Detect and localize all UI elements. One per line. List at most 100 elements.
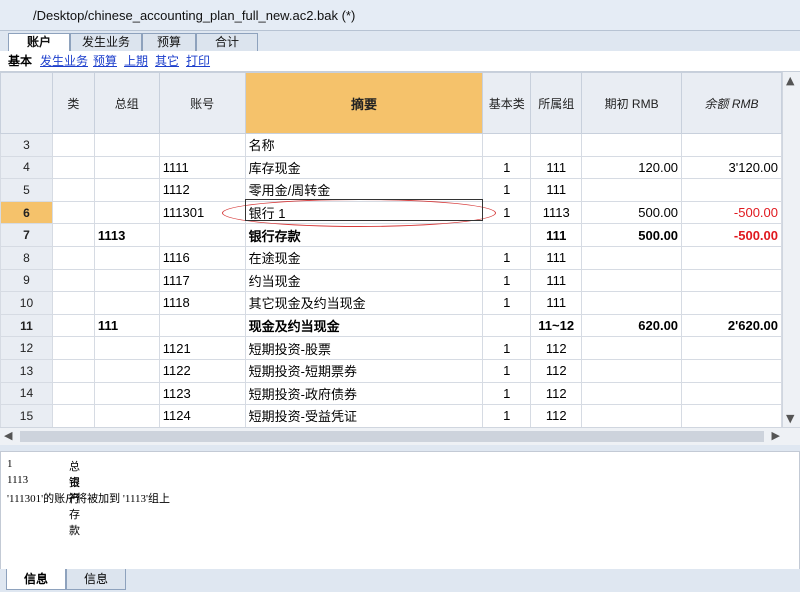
cell-opening[interactable]	[581, 358, 683, 383]
cell-description[interactable]: 银行 1	[244, 200, 484, 225]
row-number[interactable]: 7	[0, 223, 53, 247]
scroll-right-arrow-icon[interactable]: ▶	[772, 429, 780, 442]
cell-account[interactable]: 111301	[158, 200, 246, 225]
cell-belongs-to[interactable]: 111	[530, 291, 583, 315]
row-number[interactable]: 15	[0, 404, 53, 427]
cell-account[interactable]: 1122	[158, 358, 246, 383]
horizontal-scrollbar[interactable]: ◀ ▶	[0, 427, 800, 445]
cell-balance[interactable]: 2'620.00	[681, 313, 782, 338]
cell-group[interactable]	[93, 358, 160, 383]
cell-account[interactable]: 1123	[158, 381, 246, 406]
cell-class[interactable]	[51, 155, 95, 180]
cell-account[interactable]: 1121	[158, 336, 246, 360]
cell-belongs-to[interactable]: 112	[530, 358, 583, 383]
cell-account[interactable]: 1111	[158, 155, 246, 180]
cell-balance[interactable]	[681, 133, 782, 157]
cell-group[interactable]	[93, 200, 160, 225]
view-print-link[interactable]: 打印	[186, 51, 210, 71]
row-number[interactable]: 9	[0, 268, 53, 293]
cell-belongs-to[interactable]	[530, 133, 583, 157]
view-basic[interactable]: 基本	[8, 51, 32, 71]
tab-totals[interactable]: 合计	[196, 33, 258, 51]
tab-info-active[interactable]: 信息	[6, 569, 66, 590]
cell-base-class[interactable]: 1	[482, 358, 532, 383]
cell-balance[interactable]: 3'120.00	[681, 155, 782, 180]
cell-class[interactable]	[51, 223, 95, 247]
header-group[interactable]: 总组	[93, 72, 160, 134]
header-opening-rmb[interactable]: 期初 RMB	[581, 72, 683, 134]
cell-group[interactable]: 111	[93, 313, 160, 338]
cell-belongs-to[interactable]: 1113	[530, 200, 583, 225]
cell-class[interactable]	[51, 358, 95, 383]
cell-class[interactable]	[51, 313, 95, 338]
scroll-up-arrow-icon[interactable]: ▲	[786, 74, 794, 87]
row-number[interactable]: 13	[0, 358, 53, 383]
header-description[interactable]: 摘要	[244, 72, 484, 134]
cell-balance[interactable]	[681, 381, 782, 406]
tab-budget[interactable]: 预算	[142, 33, 196, 51]
cell-belongs-to[interactable]: 112	[530, 381, 583, 406]
vertical-scrollbar[interactable]: ▲ ▼	[782, 72, 800, 427]
table-row[interactable]: 11 111 现金及约当现金 11~12 620.00 2'620.00	[0, 313, 782, 338]
cell-opening[interactable]	[581, 291, 683, 315]
cell-base-class[interactable]	[482, 313, 532, 338]
table-row[interactable]: 5 1112 零用金/周转金 1 111	[0, 178, 782, 202]
cell-balance[interactable]	[681, 358, 782, 383]
view-other-link[interactable]: 其它	[155, 51, 179, 71]
table-row[interactable]: 3 名称	[0, 133, 782, 157]
cell-opening[interactable]	[581, 381, 683, 406]
cell-account[interactable]: 1112	[158, 178, 246, 202]
row-number[interactable]: 6	[0, 200, 53, 225]
cell-opening[interactable]	[581, 404, 683, 427]
header-balance-rmb[interactable]: 余额 RMB	[681, 72, 782, 134]
row-number[interactable]: 11	[0, 313, 53, 338]
cell-base-class[interactable]: 1	[482, 268, 532, 293]
cell-class[interactable]	[51, 200, 95, 225]
cell-description[interactable]: 短期投资-受益凭证	[244, 404, 484, 427]
cell-description[interactable]: 银行存款	[244, 223, 484, 247]
tab-accounts[interactable]: 账户	[8, 33, 70, 52]
cell-account[interactable]: 1118	[158, 291, 246, 315]
cell-account[interactable]: 1116	[158, 245, 246, 270]
cell-balance[interactable]: -500.00	[681, 223, 782, 247]
cell-opening[interactable]	[581, 133, 683, 157]
table-row[interactable]: 6 111301 银行 1 1 1113 500.00 -500.00	[0, 200, 782, 225]
table-row[interactable]: 8 1116 在途现金 1 111	[0, 245, 782, 270]
cell-belongs-to[interactable]: 112	[530, 336, 583, 360]
cell-base-class[interactable]: 1	[482, 245, 532, 270]
cell-group[interactable]: 1113	[93, 223, 160, 247]
cell-description[interactable]: 短期投资-短期票券	[244, 358, 484, 383]
row-number[interactable]: 3	[0, 133, 53, 157]
cell-opening[interactable]: 500.00	[581, 223, 683, 247]
cell-opening[interactable]	[581, 245, 683, 270]
cell-description[interactable]: 在途现金	[244, 245, 484, 270]
table-row[interactable]: 14 1123 短期投资-政府债券 1 112	[0, 381, 782, 406]
row-number[interactable]: 5	[0, 178, 53, 202]
table-row[interactable]: 4 1111 库存现金 1 111 120.00 3'120.00	[0, 155, 782, 180]
cell-group[interactable]	[93, 381, 160, 406]
cell-description[interactable]: 库存现金	[244, 155, 484, 180]
cell-class[interactable]	[51, 404, 95, 427]
cell-base-class[interactable]: 1	[482, 200, 532, 225]
cell-base-class[interactable]: 1	[482, 336, 532, 360]
table-row[interactable]: 15 1124 短期投资-受益凭证 1 112	[0, 404, 782, 427]
cell-base-class[interactable]: 1	[482, 381, 532, 406]
cell-belongs-to[interactable]: 111	[530, 223, 583, 247]
cell-description[interactable]: 短期投资-政府债券	[244, 381, 484, 406]
cell-base-class[interactable]: 1	[482, 291, 532, 315]
cell-group[interactable]	[93, 155, 160, 180]
cell-base-class[interactable]	[482, 133, 532, 157]
view-previous-link[interactable]: 上期	[124, 51, 148, 71]
header-belongs-to[interactable]: 所属组	[530, 72, 583, 134]
cell-base-class[interactable]	[482, 223, 532, 247]
table-row[interactable]: 9 1117 约当现金 1 111	[0, 268, 782, 293]
cell-class[interactable]	[51, 178, 95, 202]
cell-account[interactable]	[158, 133, 246, 157]
cell-opening[interactable]	[581, 178, 683, 202]
cell-belongs-to[interactable]: 111	[530, 178, 583, 202]
cell-base-class[interactable]: 1	[482, 155, 532, 180]
cell-class[interactable]	[51, 245, 95, 270]
cell-belongs-to[interactable]: 111	[530, 245, 583, 270]
header-base-class[interactable]: 基本类	[482, 72, 532, 134]
row-number[interactable]: 14	[0, 381, 53, 406]
